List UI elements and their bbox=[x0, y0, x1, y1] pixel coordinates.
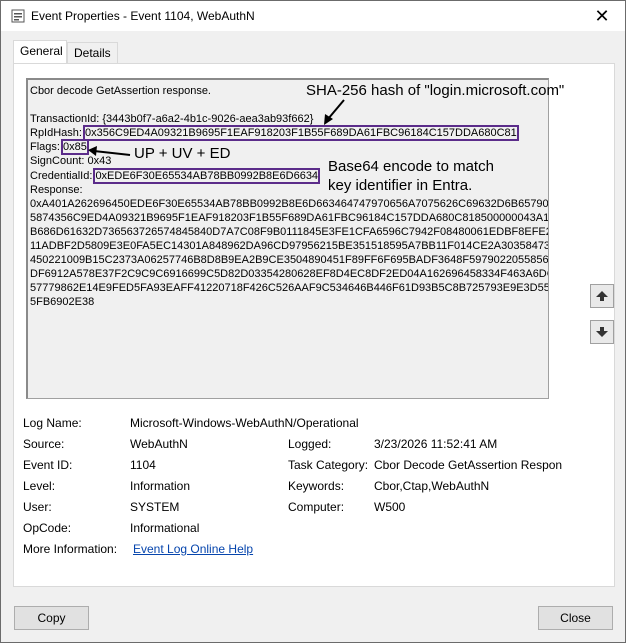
base64-annotation-line2: key identifier in Entra. bbox=[328, 177, 473, 194]
rpid-line: RpIdHash: 0x356C9ED4A09321B9695F1EAF9182… bbox=[30, 125, 545, 142]
opcode-label: OpCode: bbox=[23, 521, 72, 535]
task-category-value: Cbor Decode GetAssertion Respon bbox=[374, 458, 563, 472]
desc-line: 0xA401A262696450EDE6F30E65534AB78BB0992B… bbox=[30, 197, 549, 210]
sha-annotation: SHA-256 hash of "login.microsoft.com" bbox=[306, 82, 565, 99]
base64-annotation-line1: Base64 encode to match bbox=[328, 158, 494, 175]
flags-highlight: 0x85 bbox=[61, 139, 89, 156]
computer-label: Computer: bbox=[288, 500, 345, 514]
flags-label: Flags: bbox=[30, 141, 64, 154]
keywords-value: Cbor,Ctap,WebAuthN bbox=[374, 479, 490, 493]
log-name-value: Microsoft-Windows-WebAuthN/Operational bbox=[130, 416, 359, 430]
event-id-value: 1104 bbox=[130, 458, 156, 472]
event-properties-window: Event Properties - Event 1104, WebAuthN … bbox=[0, 0, 626, 643]
user-label: User: bbox=[23, 500, 52, 514]
keywords-label: Keywords: bbox=[288, 479, 345, 493]
level-value: Information bbox=[130, 479, 191, 493]
scroll-up-button[interactable] bbox=[590, 284, 614, 308]
title-bar: Event Properties - Event 1104, WebAuthN … bbox=[1, 1, 625, 31]
desc-line: B686D61632D736563726574845840D7A7C08F9B0… bbox=[30, 225, 549, 238]
desc-line: 57779862E14E9FED5FA93EAFF41220718F426C52… bbox=[30, 282, 549, 295]
desc-line bbox=[30, 98, 545, 112]
log-name-label: Log Name: bbox=[23, 416, 82, 430]
close-icon[interactable]: ✕ bbox=[579, 1, 625, 31]
user-value: SYSTEM bbox=[130, 500, 180, 514]
general-panel: Cbor decode GetAssertion response. Trans… bbox=[13, 63, 615, 587]
arrow-down-icon bbox=[596, 327, 608, 337]
computer-value: W500 bbox=[374, 500, 406, 514]
credential-highlight: 0xEDE6F30E65534AB78BB0992B8E6D6634 bbox=[93, 167, 321, 184]
description-box[interactable]: Cbor decode GetAssertion response. Trans… bbox=[26, 78, 549, 399]
logged-label: Logged: bbox=[288, 437, 332, 451]
desc-line: TransactionId: {3443b0f7-a6a2-4b1c-9026-… bbox=[30, 113, 314, 126]
event-id-label: Event ID: bbox=[23, 458, 73, 472]
level-label: Level: bbox=[23, 479, 56, 493]
flags-line: Flags: 0x85 bbox=[30, 139, 545, 156]
close-button[interactable]: Close bbox=[538, 606, 613, 630]
desc-line: 450221009B15C2373A06257746B8D8B9EA2B9CE3… bbox=[30, 254, 549, 267]
tab-details[interactable]: Details bbox=[67, 42, 118, 63]
desc-line: 5874356C9ED4A09321B9695F1EAF918203F1B55F… bbox=[30, 211, 549, 224]
desc-line: 11ADBF2D5809E3E0FA5EC14301A848962DA96CD9… bbox=[30, 240, 549, 253]
description-text: Cbor decode GetAssertion response. Trans… bbox=[30, 84, 549, 310]
task-category-label: Task Category: bbox=[288, 458, 369, 472]
scroll-down-button[interactable] bbox=[590, 320, 614, 344]
source-label: Source: bbox=[23, 437, 65, 451]
more-info-label: More Information: bbox=[23, 542, 118, 556]
rpid-hash-highlight: 0x356C9ED4A09321B9695F1EAF918203F1B55F68… bbox=[83, 125, 519, 142]
desc-line: 5FB6902E38 bbox=[30, 296, 95, 309]
copy-button[interactable]: Copy bbox=[14, 606, 89, 630]
arrow-up-icon bbox=[596, 291, 608, 301]
window-title: Event Properties - Event 1104, WebAuthN bbox=[31, 9, 255, 23]
opcode-value: Informational bbox=[130, 521, 200, 535]
flags-annotation: UP + UV + ED bbox=[134, 145, 231, 162]
event-viewer-icon bbox=[11, 9, 25, 23]
desc-line: DF6912A578E37F2C9C9C6916699C5D82D0335428… bbox=[30, 268, 549, 281]
credential-label: CredentialId: bbox=[30, 169, 96, 182]
logged-value: 3/23/2026 11:52:41 AM bbox=[374, 437, 498, 451]
tab-general[interactable]: General bbox=[13, 40, 67, 64]
source-value: WebAuthN bbox=[130, 437, 188, 451]
rpid-label: RpIdHash: bbox=[30, 127, 86, 140]
event-log-help-link[interactable]: Event Log Online Help bbox=[133, 542, 253, 556]
